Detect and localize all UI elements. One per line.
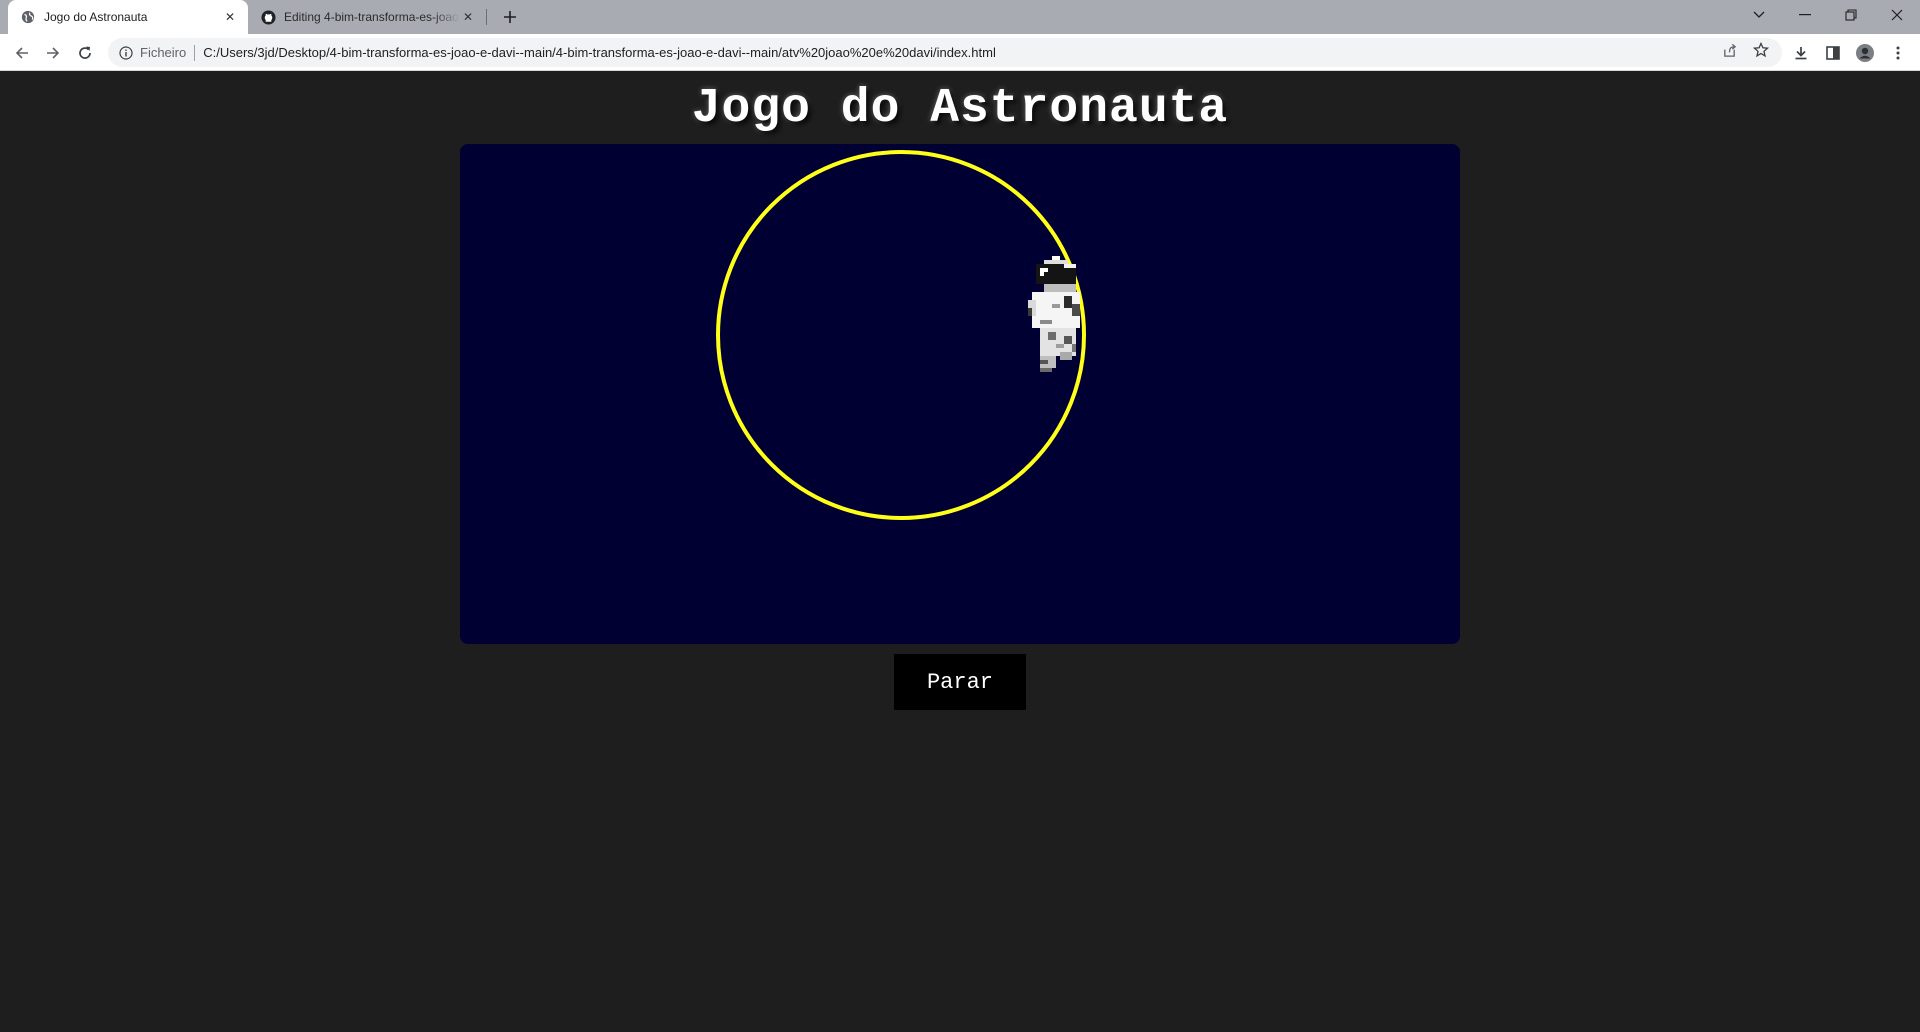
arrow-left-icon bbox=[15, 47, 28, 59]
tab-editing-repo[interactable]: Editing 4-bim-transforma-es-joao-e-davi … bbox=[250, 0, 486, 34]
scheme-label: Ficheiro bbox=[140, 45, 187, 60]
stop-button[interactable]: Parar bbox=[894, 654, 1026, 710]
back-button[interactable] bbox=[10, 41, 34, 65]
downloads-button[interactable] bbox=[1789, 41, 1813, 65]
plus-icon bbox=[504, 11, 516, 23]
minimize-button[interactable] bbox=[1782, 0, 1828, 30]
chevron-down-icon bbox=[1753, 11, 1765, 18]
game-area bbox=[460, 144, 1460, 644]
restore-icon bbox=[1845, 9, 1857, 21]
browser-toolbar: Ficheiro C:/Users/3jd/Desktop/4-bim-tran… bbox=[0, 34, 1920, 71]
restore-button[interactable] bbox=[1828, 0, 1874, 30]
close-icon bbox=[1891, 9, 1903, 21]
share-icon bbox=[1723, 43, 1736, 57]
github-icon bbox=[260, 9, 276, 25]
kebab-menu-icon bbox=[1896, 46, 1900, 60]
profile-button[interactable] bbox=[1853, 41, 1877, 65]
new-tab-button[interactable] bbox=[498, 5, 522, 29]
tab-search-button[interactable] bbox=[1736, 0, 1782, 30]
arrow-right-icon bbox=[47, 47, 60, 59]
reload-button[interactable] bbox=[73, 41, 97, 65]
bookmark-button[interactable] bbox=[1751, 40, 1771, 60]
info-icon[interactable] bbox=[118, 45, 134, 61]
minimize-icon bbox=[1799, 14, 1811, 16]
menu-button[interactable] bbox=[1886, 41, 1910, 65]
tab-divider bbox=[486, 9, 487, 25]
share-button[interactable] bbox=[1719, 40, 1739, 60]
tab-title: Editing 4-bim-transforma-es-joao-e-davi bbox=[284, 10, 460, 24]
close-tab-icon[interactable]: ✕ bbox=[222, 9, 238, 25]
side-panel-button[interactable] bbox=[1821, 41, 1845, 65]
forward-button[interactable] bbox=[41, 41, 65, 65]
address-divider bbox=[194, 44, 196, 61]
avatar-icon bbox=[1856, 44, 1874, 62]
address-bar[interactable]: Ficheiro C:/Users/3jd/Desktop/4-bim-tran… bbox=[108, 38, 1782, 67]
url-text[interactable]: C:/Users/3jd/Desktop/4-bim-transforma-es… bbox=[203, 45, 996, 60]
tab-strip: Jogo do Astronauta ✕ Editing 4-bim-trans… bbox=[0, 0, 1920, 34]
tab-title: Jogo do Astronauta bbox=[44, 10, 148, 24]
side-panel-icon bbox=[1826, 46, 1840, 60]
download-icon bbox=[1795, 47, 1807, 60]
close-tab-icon[interactable]: ✕ bbox=[460, 9, 476, 25]
globe-icon bbox=[20, 9, 36, 25]
star-icon bbox=[1753, 42, 1769, 58]
close-window-button[interactable] bbox=[1874, 0, 1920, 30]
page-content: Jogo do Astronauta Parar bbox=[0, 72, 1920, 1032]
reload-icon bbox=[79, 46, 91, 59]
astronaut-sprite bbox=[1028, 256, 1080, 372]
tab-jogo-do-astronauta[interactable]: Jogo do Astronauta ✕ bbox=[8, 0, 248, 34]
page-title: Jogo do Astronauta bbox=[691, 82, 1229, 136]
